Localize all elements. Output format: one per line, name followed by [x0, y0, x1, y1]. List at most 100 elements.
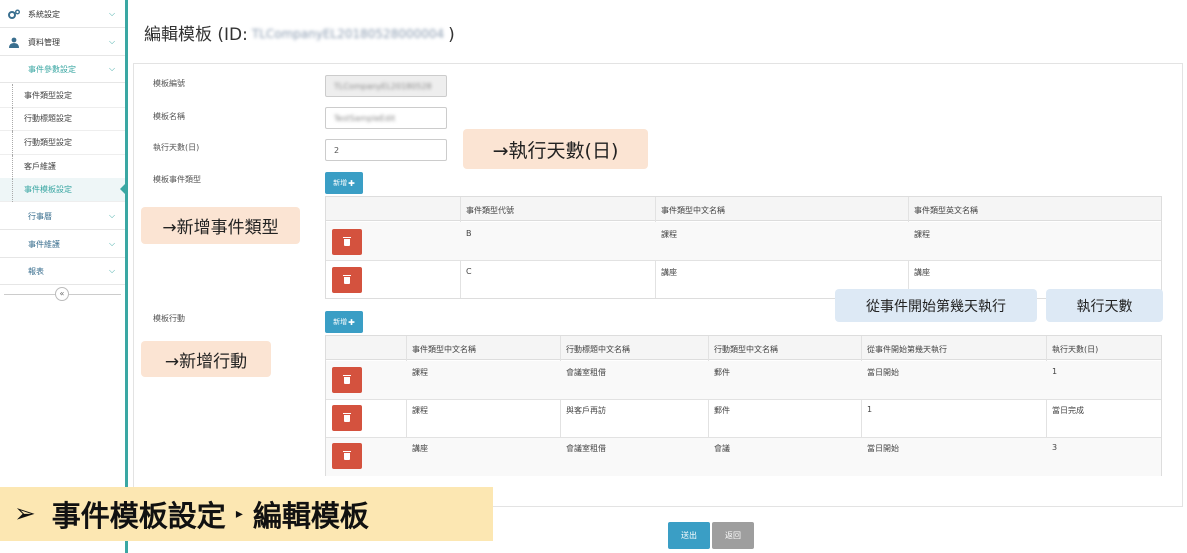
chevron-down-icon: ⌵ — [108, 211, 116, 220]
back-button[interactable]: 返回 — [712, 522, 754, 549]
sidebar-item-label: 客戶維護 — [24, 162, 56, 171]
add-event-type-button[interactable]: 新增 ✚ — [325, 172, 363, 194]
plus-icon: ✚ — [348, 178, 355, 188]
annotation-start-day: 從事件開始第幾天執行 — [835, 289, 1037, 322]
template-no-label: 模板編號 — [153, 79, 185, 88]
table-cell: 1 — [1052, 367, 1058, 376]
column-header: 事件類型中文名稱 — [412, 345, 476, 354]
annotation-exec-days: →執行天數(日) — [463, 129, 648, 169]
gears-icon — [8, 8, 20, 20]
table-cell: C — [466, 267, 472, 276]
table-cell: 郵件 — [714, 406, 730, 415]
sidebar-item-label: 事件模板設定 — [24, 185, 72, 194]
sidebar-item-reports[interactable]: 報表 ⌵ — [0, 258, 125, 285]
sidebar-item-label: 行動類型設定 — [24, 138, 72, 147]
sidebar-item-label: 報表 — [28, 266, 44, 276]
template-name-value: TestSampleEdit — [334, 114, 396, 123]
chevron-down-icon: ⌵ — [108, 37, 116, 46]
users-icon — [8, 36, 20, 48]
actions-label: 模板行動 — [153, 314, 185, 323]
exec-days-label: 執行天數(日) — [153, 143, 200, 152]
column-header: 事件類型代號 — [466, 206, 514, 215]
sidebar-item-label: 行事曆 — [28, 211, 52, 221]
banner-part-1: 事件模板設定 — [51, 499, 226, 533]
action-table: 事件類型中文名稱 行動標題中文名稱 行動類型中文名稱 從事件開始第幾天執行 執行… — [325, 335, 1162, 476]
event-type-table: 事件類型代號 事件類型中文名稱 事件類型英文名稱 B 課程 課程 C 講座 講座 — [325, 196, 1162, 299]
sidebar-item-label: 系統設定 — [28, 9, 60, 19]
template-no-value: TLCompanyEL20180528 — [334, 82, 432, 91]
page-title-prefix: 編輯模板 (ID: — [144, 25, 248, 45]
sidebar-item-data-management[interactable]: 資料管理 ⌵ — [0, 29, 125, 56]
trash-icon — [343, 236, 351, 246]
sidebar-item-event-param-settings[interactable]: 事件參數設定 ⌵ — [0, 56, 125, 83]
sidebar-item-event-maintenance[interactable]: 事件維護 ⌵ — [0, 231, 125, 258]
delete-row-button[interactable] — [332, 367, 362, 393]
table-cell: 課程 — [914, 230, 930, 239]
table-cell: 1 — [867, 405, 873, 414]
table-cell: 會議 — [714, 444, 730, 453]
column-header: 行動標題中文名稱 — [566, 345, 630, 354]
delete-row-button[interactable] — [332, 267, 362, 293]
sidebar-item-action-type-settings[interactable]: 行動類型設定 — [0, 131, 125, 155]
sidebar-item-label: 行動標題設定 — [24, 114, 72, 123]
exec-days-value: 2 — [334, 146, 340, 155]
table-cell: 課程 — [412, 406, 428, 415]
active-indicator-arrow — [120, 183, 126, 195]
table-cell: B — [466, 229, 472, 238]
add-action-button[interactable]: 新增 ✚ — [325, 311, 363, 333]
chevron-down-icon: ⌵ — [108, 239, 116, 248]
sidebar-item-customer-maintenance[interactable]: 客戶維護 — [0, 155, 125, 179]
delete-row-button[interactable] — [332, 405, 362, 431]
table-cell: 課程 — [412, 368, 428, 377]
trash-icon — [343, 412, 351, 422]
sidebar-item-event-template-settings[interactable]: 事件模板設定 — [0, 178, 125, 202]
sidebar-item-label: 事件維護 — [28, 239, 60, 249]
sidebar: 系統設定 ⌵ 資料管理 ⌵ 事件參數設定 ⌵ 事件類型設定 行動標題設定 行動類… — [0, 0, 128, 553]
separator-icon: ▸ — [235, 506, 243, 522]
table-cell: 講座 — [661, 268, 677, 277]
banner-part-2: 編輯模板 — [252, 499, 369, 533]
template-name-field[interactable]: TestSampleEdit — [325, 107, 447, 129]
table-cell: 會議室租借 — [566, 444, 606, 453]
sidebar-item-action-title-settings[interactable]: 行動標題設定 — [0, 107, 125, 131]
arrow-icon: ➢ — [14, 499, 36, 529]
table-cell: 當日完成 — [1052, 406, 1084, 415]
annotation-add-event-type: →新增事件類型 — [141, 207, 300, 244]
table-cell: 與客戶再訪 — [566, 406, 606, 415]
exec-days-field[interactable]: 2 — [325, 139, 447, 161]
sidebar-item-schedule[interactable]: 行事曆 ⌵ — [0, 203, 125, 230]
page-title: 編輯模板 (ID: TLCompanyEL20180528000004) — [144, 20, 455, 45]
sidebar-item-label: 事件類型設定 — [24, 91, 72, 100]
sidebar-item-label: 事件參數設定 — [28, 64, 76, 74]
trash-icon — [343, 374, 351, 384]
chevron-down-icon: ⌵ — [108, 9, 116, 18]
add-button-label: 新增 — [333, 318, 348, 326]
chevron-down-icon: ⌵ — [108, 64, 116, 73]
table-cell: 講座 — [412, 444, 428, 453]
table-header — [326, 197, 1161, 221]
chevron-down-icon: ⌵ — [108, 266, 116, 275]
column-header: 事件類型英文名稱 — [914, 206, 978, 215]
delete-row-button[interactable] — [332, 443, 362, 469]
table-cell: 郵件 — [714, 368, 730, 377]
trash-icon — [343, 274, 351, 284]
sidebar-item-system-settings[interactable]: 系統設定 ⌵ — [0, 1, 125, 28]
trash-icon — [343, 450, 351, 460]
submit-button[interactable]: 送出 — [668, 522, 710, 549]
annotation-add-action: →新增行動 — [141, 341, 271, 377]
column-header: 行動類型中文名稱 — [714, 345, 778, 354]
delete-row-button[interactable] — [332, 229, 362, 255]
event-types-label: 模板事件類型 — [153, 175, 201, 184]
column-header: 從事件開始第幾天執行 — [867, 345, 947, 354]
table-cell: 當日開始 — [867, 368, 899, 377]
column-header: 執行天數(日) — [1052, 345, 1099, 354]
collapse-sidebar-button[interactable]: « — [55, 287, 69, 301]
table-cell: 講座 — [914, 268, 930, 277]
sidebar-item-event-type-settings[interactable]: 事件類型設定 — [0, 84, 125, 108]
sidebar-collapse-bar: « — [0, 286, 125, 302]
plus-icon: ✚ — [348, 317, 355, 327]
template-form-panel: 模板編號 TLCompanyEL20180528 模板名稱 TestSample… — [133, 63, 1183, 507]
template-no-field: TLCompanyEL20180528 — [325, 75, 447, 97]
column-header: 事件類型中文名稱 — [661, 206, 725, 215]
template-name-label: 模板名稱 — [153, 112, 185, 121]
